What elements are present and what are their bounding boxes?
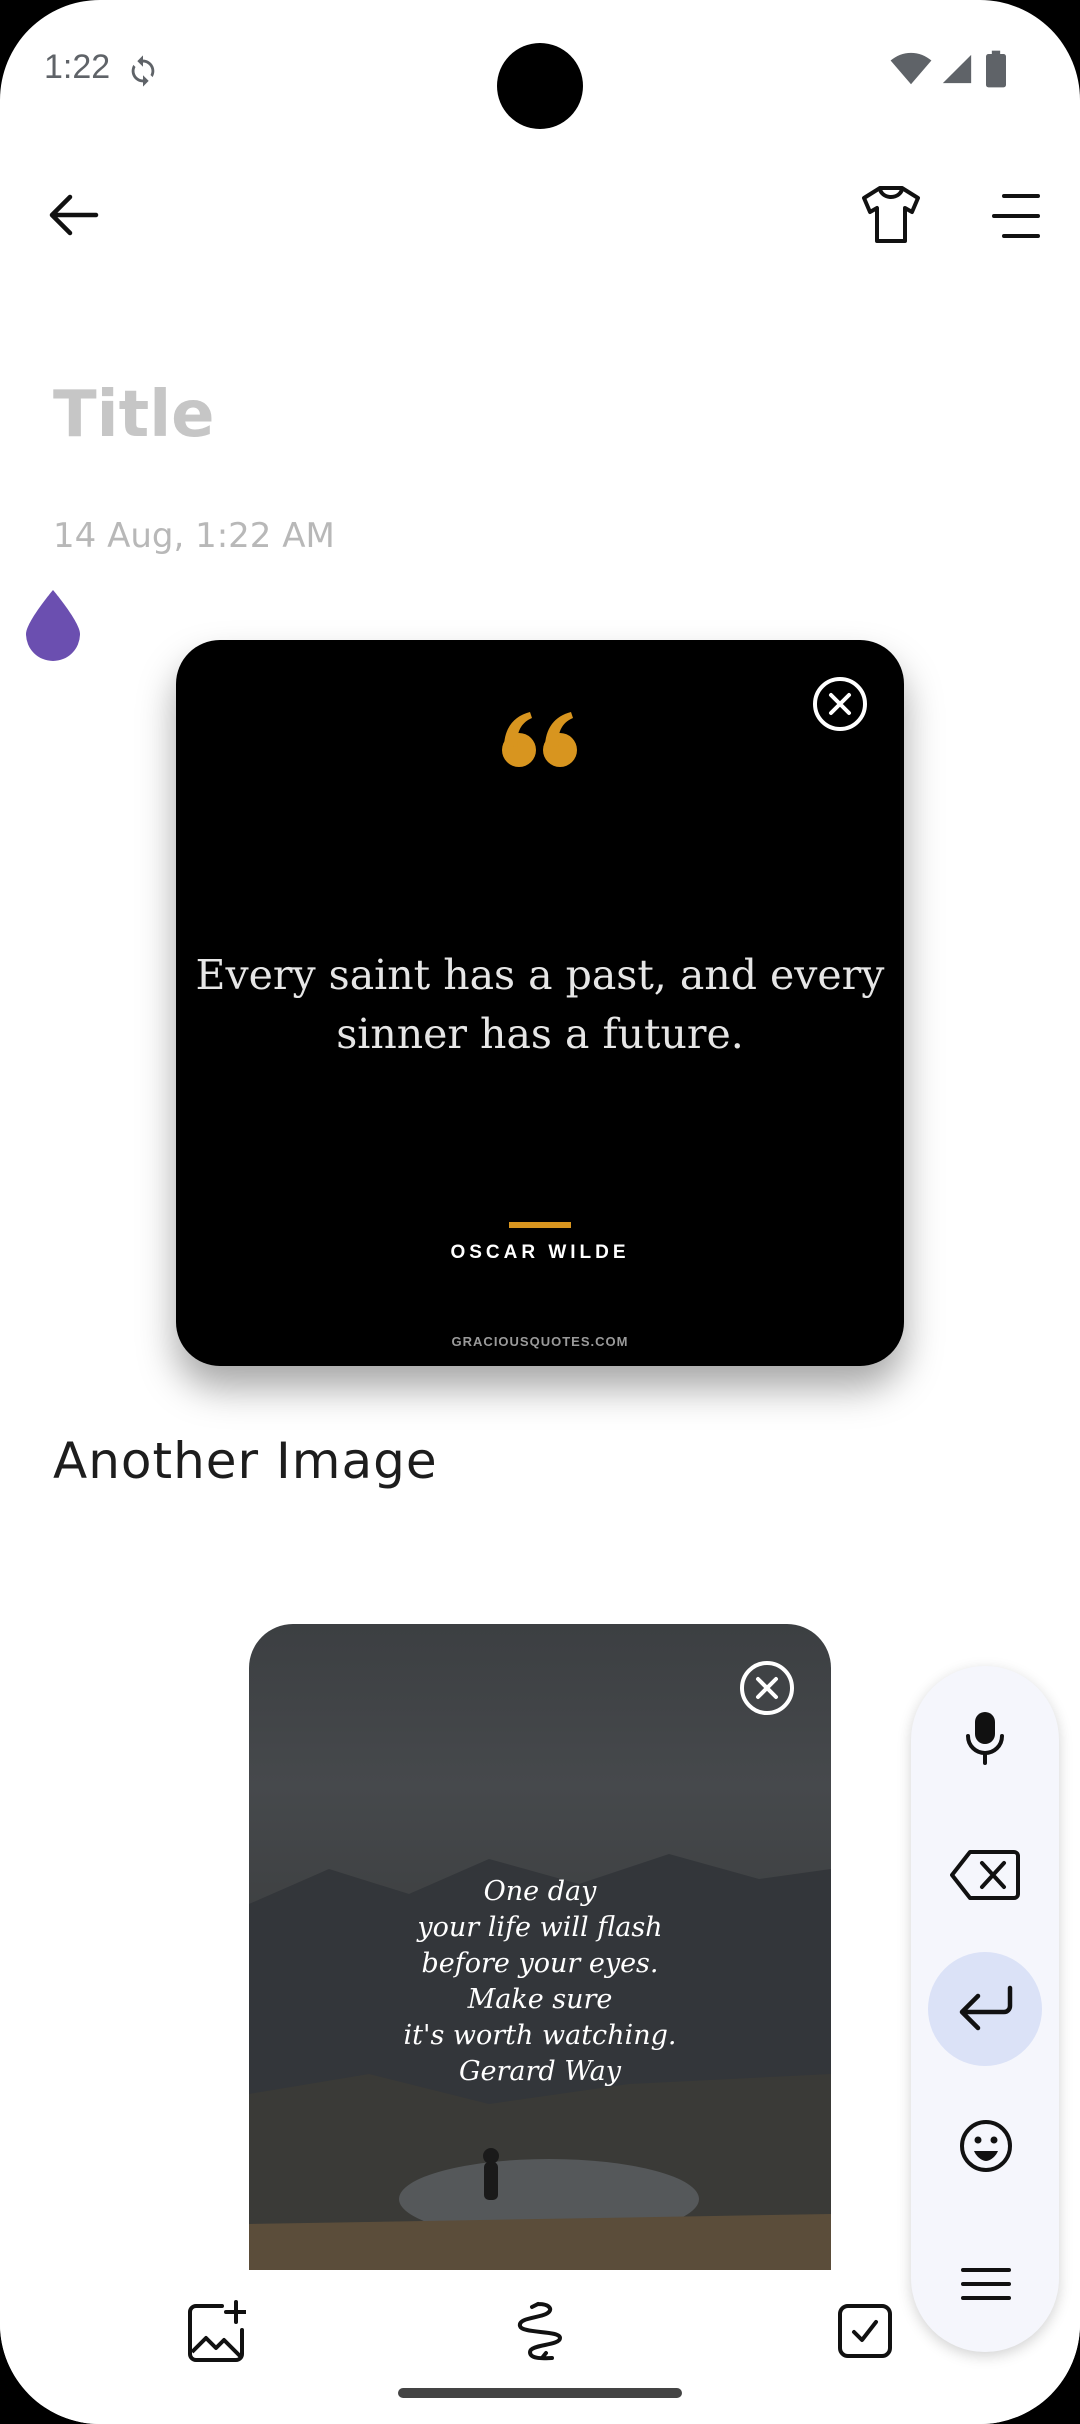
- emoji-button[interactable]: [958, 2118, 1014, 2174]
- enter-icon: [959, 1985, 1013, 2031]
- draw-button[interactable]: [512, 2300, 568, 2362]
- checklist-button[interactable]: [836, 2302, 894, 2360]
- note-date: 14 Aug, 1:22 AM: [53, 516, 335, 556]
- quote-divider: [509, 1222, 571, 1228]
- quote-text: Every saint has a past, and every sinner…: [195, 951, 885, 1058]
- add-image-icon: [188, 2300, 246, 2362]
- menu-icon: [992, 194, 1040, 238]
- quote-source: GRACIOUSQUOTES.COM: [451, 1334, 629, 1349]
- sync-icon: [126, 54, 160, 88]
- note-body-text[interactable]: Another Image: [53, 1432, 438, 1490]
- close-icon: [813, 677, 867, 731]
- note-color-drop[interactable]: [22, 588, 84, 662]
- theme-button[interactable]: [858, 184, 924, 246]
- battery-icon: [986, 50, 1006, 88]
- menu-button[interactable]: [990, 190, 1042, 242]
- image-attachment-1[interactable]: Every saint has a past, and every sinner…: [176, 640, 904, 1366]
- title-input[interactable]: Title: [53, 378, 215, 452]
- scribble-icon: [518, 2302, 562, 2361]
- emoji-icon: [960, 2120, 1012, 2172]
- hamburger-icon: [961, 2268, 1011, 2300]
- wifi-icon: [890, 52, 932, 86]
- quote-mark-icon: [502, 712, 577, 767]
- more-keyboard-options-button[interactable]: [960, 2266, 1012, 2302]
- quote-2-text: One day your life will flash before your…: [403, 1876, 677, 2087]
- remove-image-2-button[interactable]: [739, 1660, 794, 1715]
- close-icon: [740, 1661, 794, 1715]
- status-time: 1:22: [44, 48, 111, 86]
- water-drop-icon: [26, 590, 80, 661]
- enter-button[interactable]: [954, 1984, 1016, 2034]
- home-indicator[interactable]: [398, 2388, 682, 2398]
- image-attachment-2[interactable]: One day your life will flash before your…: [249, 1624, 831, 2274]
- tshirt-icon: [862, 186, 920, 243]
- microphone-icon: [966, 1712, 1004, 1765]
- quote-author: OSCAR WILDE: [450, 1242, 630, 1263]
- backspace-button[interactable]: [950, 1848, 1020, 1902]
- voice-input-button[interactable]: [964, 1710, 1006, 1766]
- arrow-left-icon: [49, 194, 99, 236]
- camera-cutout: [497, 43, 583, 129]
- back-button[interactable]: [44, 190, 102, 240]
- checkbox-icon: [838, 2304, 892, 2358]
- backspace-icon: [950, 1850, 1020, 1900]
- add-image-button[interactable]: [186, 2300, 246, 2362]
- note-editor-screen: 1:22 Title 14 Aug, 1:22 AM Every saint h…: [0, 0, 1080, 2424]
- signal-icon: [940, 52, 974, 86]
- remove-image-1-button[interactable]: [812, 676, 867, 731]
